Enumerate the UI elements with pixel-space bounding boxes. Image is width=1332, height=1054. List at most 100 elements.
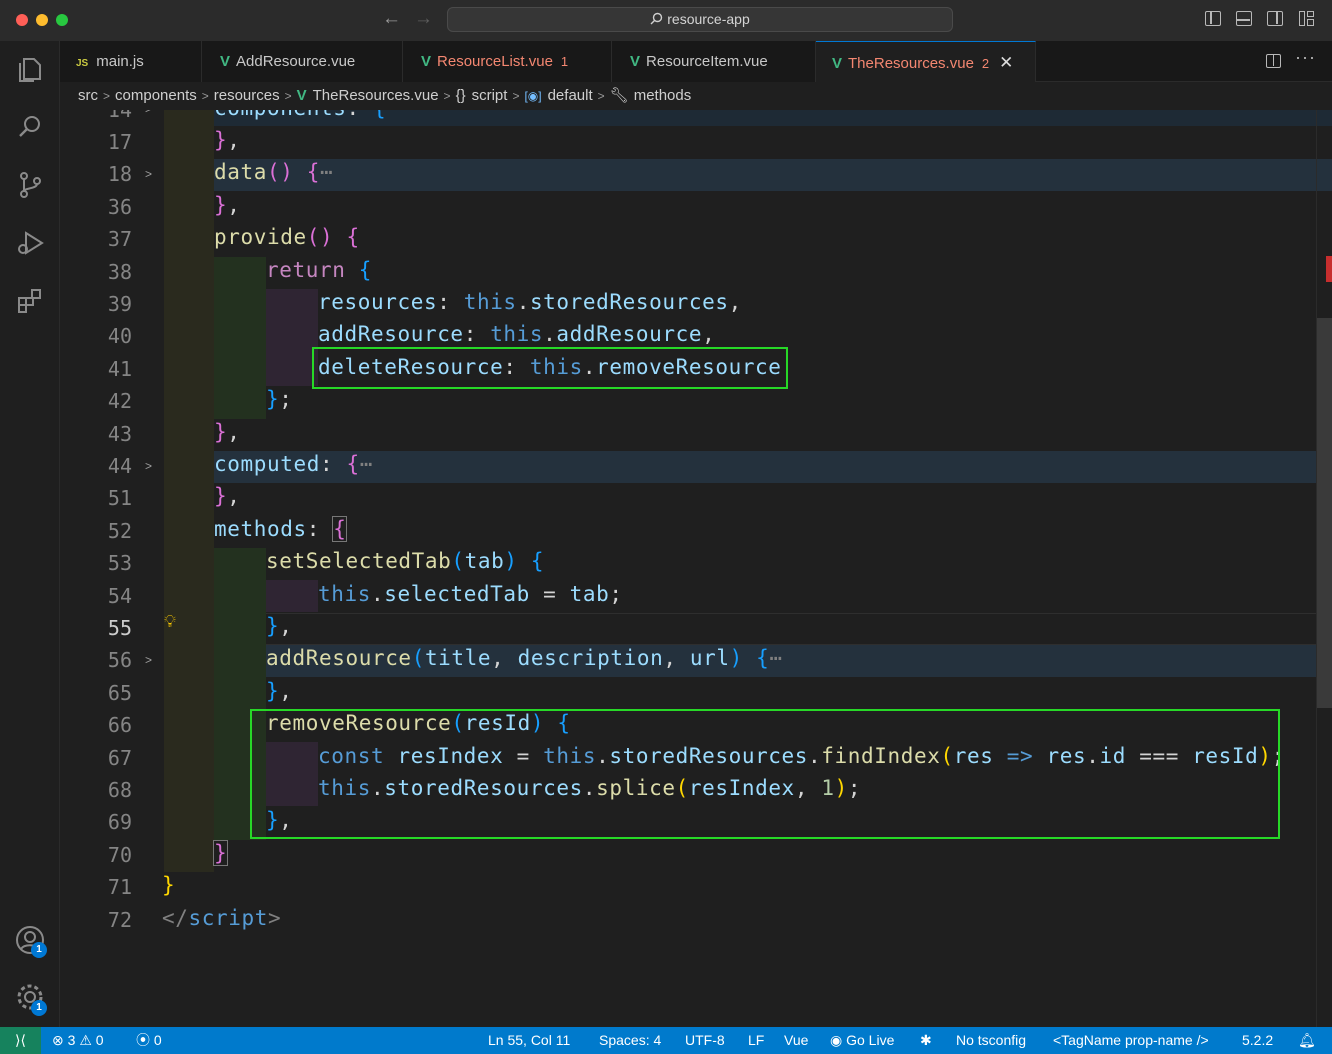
line-number: 54	[107, 584, 132, 608]
minimize-window-button[interactable]	[36, 14, 48, 26]
line-number: 51	[107, 486, 132, 510]
tab-main-js[interactable]: JS main.js	[60, 41, 202, 82]
bell-icon[interactable]: 🔔︎	[1298, 1027, 1316, 1054]
fold-chevron-icon[interactable]: >	[145, 459, 152, 473]
toggle-secondary-sidebar-icon[interactable]	[1267, 11, 1283, 26]
indent-guide	[266, 580, 318, 612]
toggle-panel-icon[interactable]	[1236, 11, 1252, 26]
code-line-38: return {	[266, 258, 372, 282]
more-actions-icon[interactable]: ···	[1295, 47, 1316, 68]
code-line-54: this.selectedTab = tab;	[318, 582, 623, 606]
code-line-17: },	[214, 128, 241, 152]
vue-file-icon: V	[421, 53, 432, 70]
breadcrumb-components[interactable]: components	[115, 87, 197, 104]
breadcrumb-script[interactable]: script	[472, 87, 508, 104]
forward-arrow-icon[interactable]: →	[414, 8, 433, 30]
breadcrumb-resources[interactable]: resources	[214, 87, 280, 104]
code-line-37: provide() {	[214, 225, 360, 249]
go-live-label: Go Live	[846, 1032, 895, 1048]
extensions-icon[interactable]	[14, 285, 46, 317]
ports-indicator[interactable]: ⦿ 0	[136, 1027, 162, 1054]
fold-chevron-icon[interactable]: >	[145, 110, 152, 116]
tab-resource-item[interactable]: V ResourceItem.vue	[612, 41, 816, 82]
code-line-55: },	[266, 614, 293, 638]
code-editor[interactable]: 14 17 18 36 37 38 39 40 41 42 43 44 51 5…	[60, 110, 1332, 1027]
code-line-36: },	[214, 193, 241, 217]
line-number: 65	[107, 681, 132, 705]
search-icon	[650, 12, 663, 25]
go-live-button[interactable]: ◉ Go Live	[830, 1027, 894, 1054]
folded-line-highlight	[164, 159, 1332, 191]
tab-label: ResourceItem.vue	[646, 53, 768, 70]
line-number: 37	[107, 227, 132, 251]
javascript-file-icon: JS	[76, 58, 89, 69]
braces-icon: {}	[455, 87, 466, 104]
source-control-icon[interactable]	[14, 169, 46, 201]
vue-language-icon[interactable]: ✱	[920, 1027, 932, 1054]
overview-ruler-border	[1316, 110, 1317, 1027]
line-number: 71	[107, 875, 132, 899]
scrollbar-thumb[interactable]	[1316, 318, 1332, 708]
vue-file-icon: V	[630, 53, 641, 70]
current-line-highlight	[164, 613, 1332, 645]
encoding[interactable]: UTF-8	[685, 1027, 725, 1054]
line-number: 17	[107, 130, 132, 154]
cursor-position[interactable]: Ln 55, Col 11	[488, 1027, 570, 1054]
breadcrumb-default[interactable]: default	[548, 87, 593, 104]
code-line-51: },	[214, 484, 241, 508]
code-line-53: setSelectedTab(tab) {	[266, 549, 545, 573]
breadcrumb-src[interactable]: src	[78, 87, 98, 104]
line-number: 36	[107, 195, 132, 219]
tab-resource-list[interactable]: V ResourceList.vue 1	[403, 41, 612, 82]
accounts-badge: 1	[31, 942, 47, 958]
toggle-primary-sidebar-icon[interactable]	[1205, 11, 1221, 26]
typescript-version[interactable]: 5.2.2	[1242, 1027, 1273, 1054]
end-of-line[interactable]: LF	[748, 1027, 764, 1054]
problems-indicator[interactable]: ⊗ 3 ⚠ 0	[52, 1027, 104, 1054]
code-line-65: },	[266, 679, 293, 703]
tab-the-resources[interactable]: V TheResources.vue 2 ✕	[816, 41, 1036, 82]
highlight-box-provide	[312, 347, 788, 389]
code-line-70: }	[212, 840, 229, 866]
highlight-box-remove-resource	[250, 709, 1280, 839]
code-line-52: methods: {	[214, 516, 348, 542]
line-number: 68	[107, 778, 132, 802]
line-number: 70	[107, 843, 132, 867]
close-icon[interactable]: ✕	[999, 53, 1013, 72]
variable-icon: [◉]	[524, 89, 542, 103]
language-mode[interactable]: Vue	[784, 1027, 808, 1054]
indent-guide	[266, 289, 318, 386]
breadcrumb-file[interactable]: TheResources.vue	[313, 87, 439, 104]
line-number: 40	[107, 324, 132, 348]
split-editor-icon[interactable]	[1266, 54, 1281, 68]
code-line-44: computed: {⋯	[214, 452, 373, 476]
customize-layout-icon[interactable]	[1299, 11, 1315, 27]
vue-file-icon: V	[220, 53, 231, 70]
tag-name-casing[interactable]: <TagName prop-name />	[1053, 1027, 1209, 1054]
indent-guide	[164, 110, 214, 872]
fold-chevron-icon[interactable]: >	[145, 167, 152, 181]
close-window-button[interactable]	[16, 14, 28, 26]
line-number: 69	[107, 810, 132, 834]
back-arrow-icon[interactable]: ←	[382, 8, 401, 30]
remote-icon[interactable]: ⟩⟨	[0, 1027, 41, 1054]
line-number: 44	[107, 454, 132, 478]
maximize-window-button[interactable]	[56, 14, 68, 26]
tab-add-resource[interactable]: V AddResource.vue	[202, 41, 403, 82]
line-number: 66	[107, 713, 132, 737]
fold-chevron-icon[interactable]: >	[145, 653, 152, 667]
indentation[interactable]: Spaces: 4	[599, 1027, 661, 1054]
warning-icon: ⚠	[79, 1032, 92, 1048]
lightbulb-icon[interactable]: 💡︎	[164, 612, 176, 632]
breadcrumb-methods[interactable]: methods	[634, 87, 692, 104]
command-center-search[interactable]: resource-app	[447, 7, 953, 32]
editor-tabs: JS main.js V AddResource.vue V ResourceList…	[60, 41, 1332, 82]
tsconfig-indicator[interactable]: No tsconfig	[956, 1027, 1026, 1054]
window-title: resource-app	[667, 11, 750, 27]
run-debug-icon[interactable]	[14, 227, 46, 259]
line-number: 43	[107, 422, 132, 446]
line-number: 39	[107, 292, 132, 316]
search-icon[interactable]	[14, 111, 46, 143]
explorer-icon[interactable]	[14, 53, 46, 85]
activity-bar: 1 1	[0, 41, 60, 1027]
